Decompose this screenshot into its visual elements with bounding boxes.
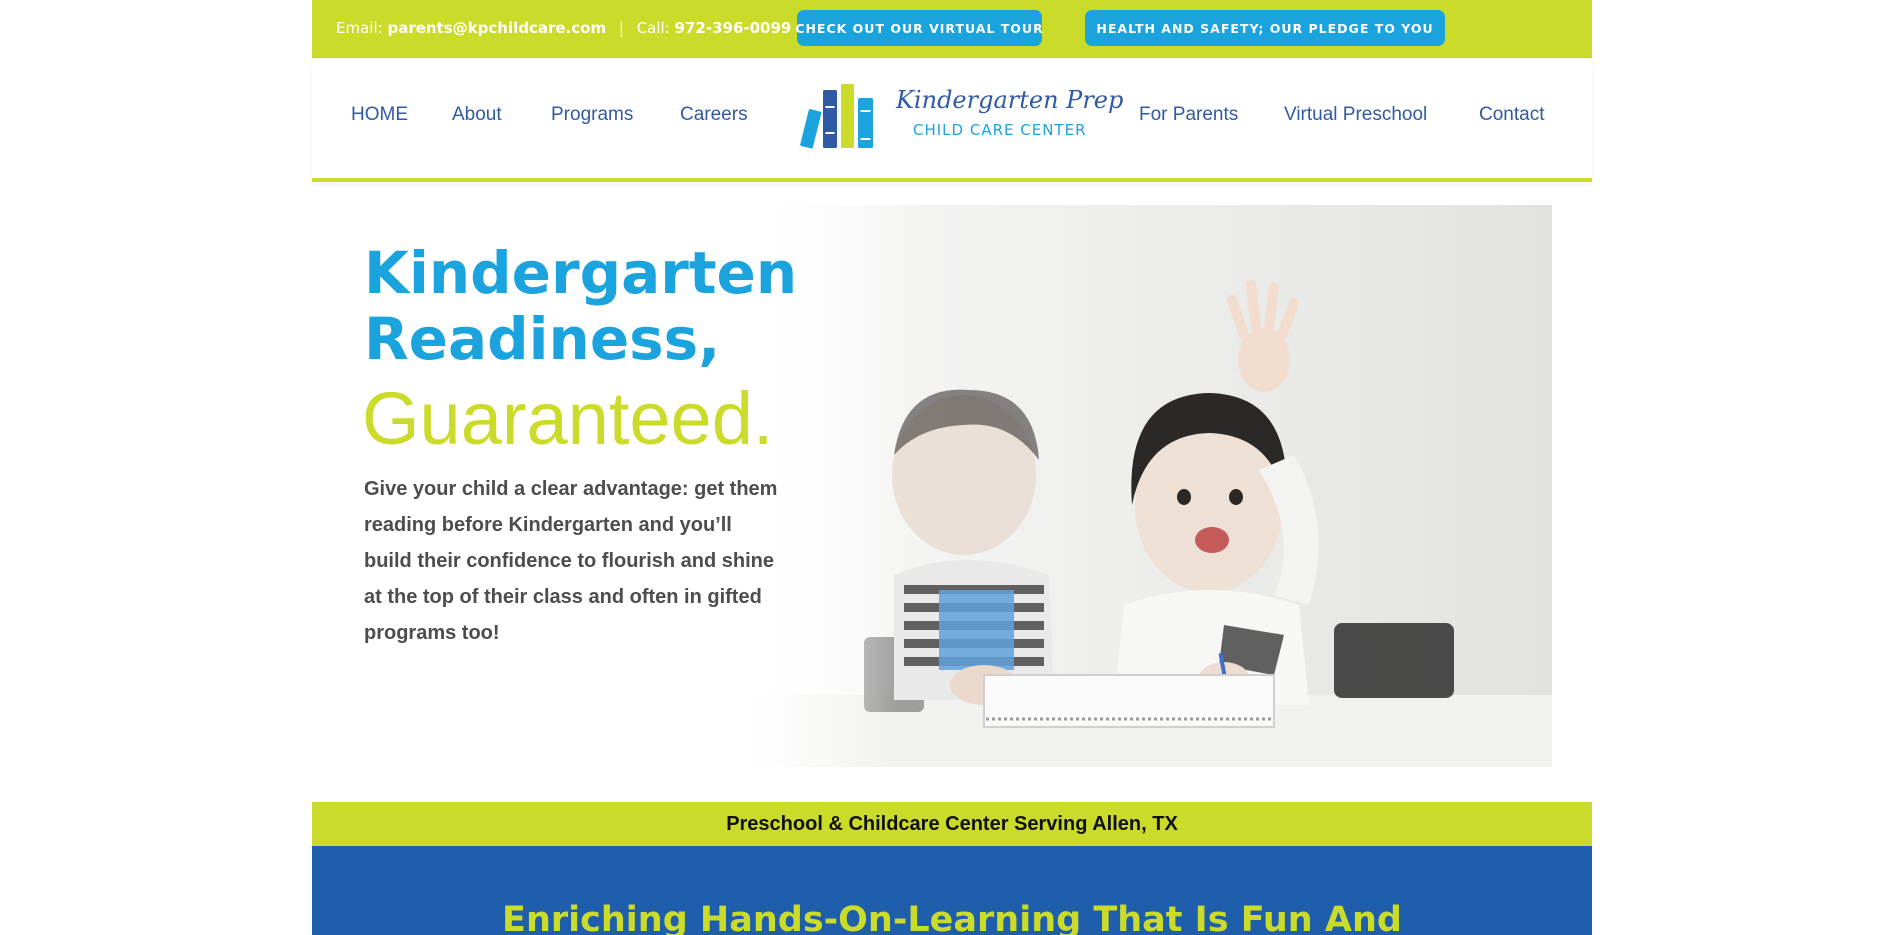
- contact-separator: |: [618, 19, 624, 37]
- location-banner-text: Preschool & Childcare Center Serving All…: [726, 812, 1178, 835]
- logo-subtitle: CHILD CARE CENTER: [913, 121, 1087, 139]
- nav-about[interactable]: About: [452, 104, 502, 126]
- nav-careers[interactable]: Careers: [680, 104, 748, 126]
- books-logo-icon: [800, 84, 873, 149]
- nav-for-parents[interactable]: For Parents: [1139, 104, 1238, 126]
- email-label: Email:: [336, 19, 383, 37]
- enrichment-section: Enriching Hands-On-Learning That Is Fun …: [312, 846, 1592, 935]
- hero-heading-line-1: Kindergarten: [364, 239, 798, 307]
- hero-heading-line-2: Readiness,: [364, 305, 721, 373]
- page: Email: parents@kpchildcare.com | Call: 9…: [312, 0, 1592, 935]
- email-link[interactable]: parents@kpchildcare.com: [387, 19, 606, 37]
- logo-title: Kindergarten Prep: [896, 86, 1124, 114]
- hero-heading-guaranteed: Guaranteed.: [362, 377, 774, 460]
- contact-info: Email: parents@kpchildcare.com | Call: 9…: [336, 19, 791, 37]
- hero-children-image: [754, 205, 1552, 767]
- nav-contact[interactable]: Contact: [1479, 104, 1544, 126]
- top-bar: Email: parents@kpchildcare.com | Call: 9…: [312, 0, 1592, 58]
- main-nav: HOME About Programs Careers Kindergarten…: [312, 58, 1592, 182]
- nav-programs[interactable]: Programs: [551, 104, 633, 126]
- enrichment-heading: Enriching Hands-On-Learning That Is Fun …: [502, 900, 1402, 935]
- phone-link[interactable]: 972-396-0099: [675, 19, 792, 37]
- site-logo[interactable]: Kindergarten Prep CHILD CARE CENTER: [796, 80, 1123, 152]
- virtual-tour-button[interactable]: CHECK OUT OUR VIRTUAL TOUR: [795, 10, 1043, 46]
- nav-virtual-preschool[interactable]: Virtual Preschool: [1284, 104, 1427, 126]
- hero-section: Kindergarten Readiness, Guaranteed. Give…: [312, 205, 1552, 767]
- location-banner: Preschool & Childcare Center Serving All…: [312, 802, 1592, 846]
- health-safety-button[interactable]: HEALTH AND SAFETY; OUR PLEDGE TO YOU: [1085, 10, 1445, 46]
- nav-home[interactable]: HOME: [351, 104, 408, 126]
- hero-description: Give your child a clear advantage: get t…: [364, 478, 778, 644]
- call-label: Call:: [636, 19, 670, 37]
